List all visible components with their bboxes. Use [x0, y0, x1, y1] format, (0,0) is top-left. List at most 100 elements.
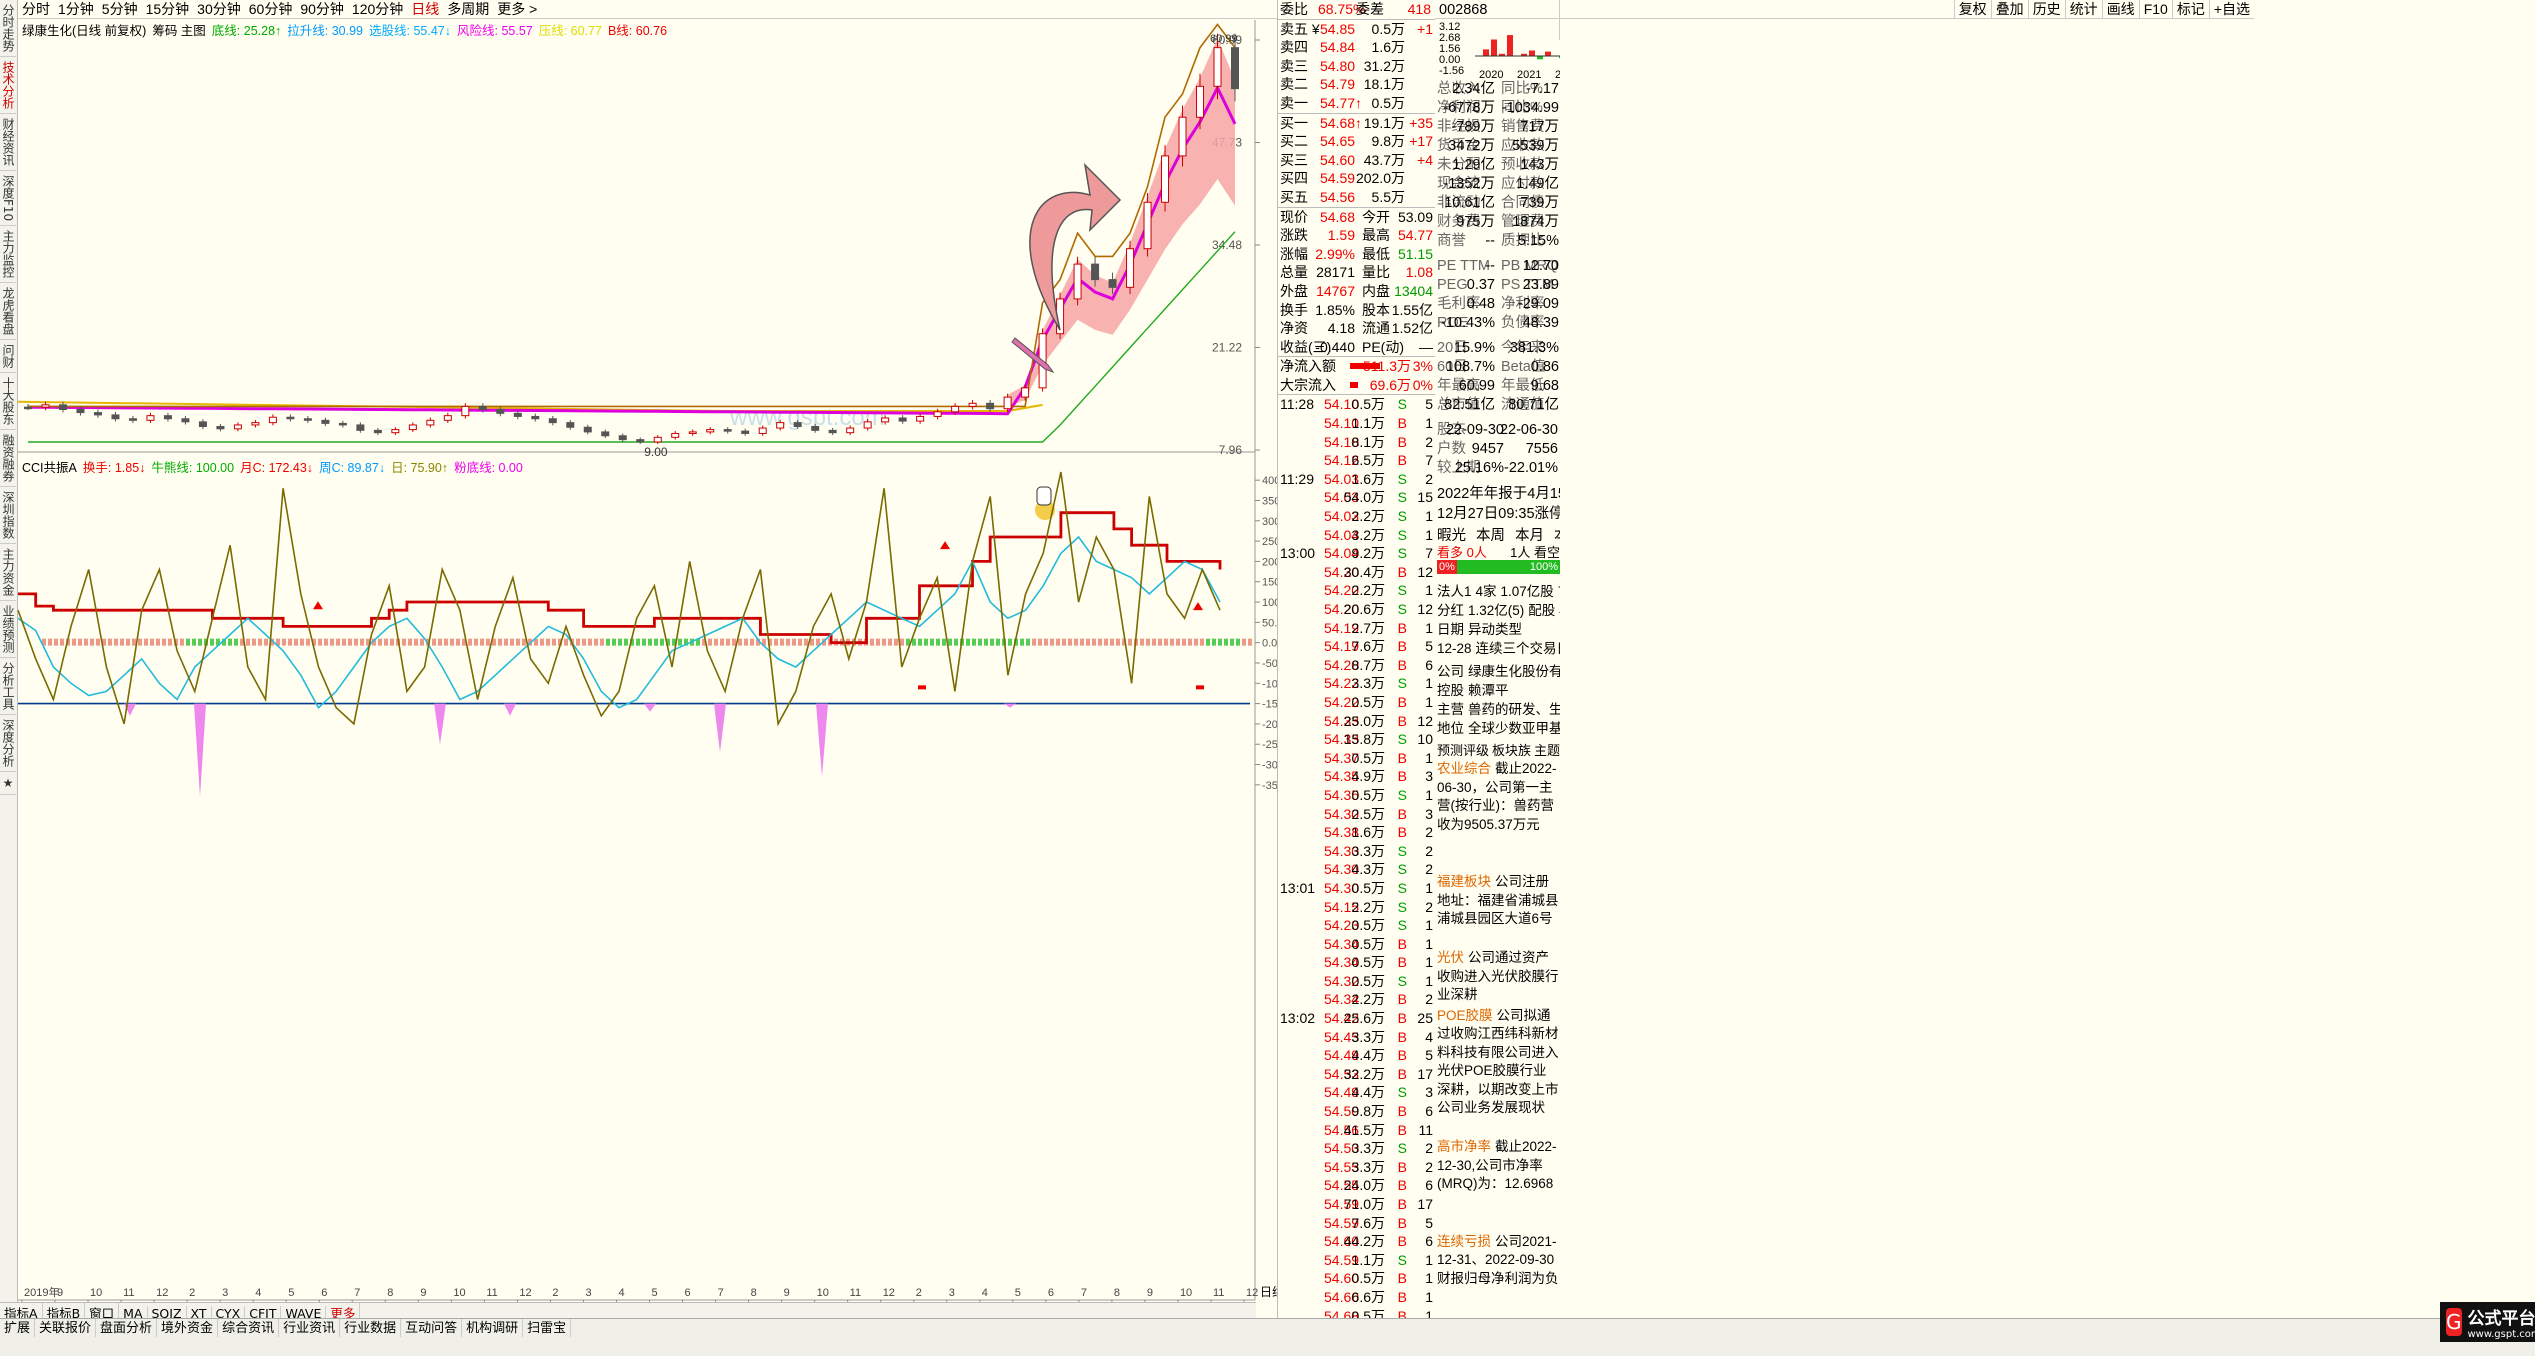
- concept-tag[interactable]: 高市净率: [1437, 1139, 1491, 1154]
- x-month-label: 8: [387, 1287, 393, 1299]
- tool-button[interactable]: +自选: [2208, 0, 2254, 19]
- status-tab[interactable]: 关联报价: [35, 1319, 97, 1337]
- f10-cell: -22.01%: [1503, 460, 1558, 476]
- status-tab[interactable]: 机构调研: [462, 1319, 524, 1337]
- order-row: 54.34 0.5万 B 1: [1278, 935, 1435, 954]
- bull-pct: 0%: [1437, 560, 1457, 574]
- cell: 3.3万: [1351, 675, 1385, 692]
- cell: 17: [1417, 1196, 1433, 1212]
- concept-tab[interactable]: 预测评级: [1437, 743, 1489, 758]
- sub-axis-label: 150.0: [1262, 577, 1277, 589]
- zero-band-mark: [912, 638, 916, 646]
- sub-axis-label: -50.00: [1262, 658, 1277, 670]
- tool-button[interactable]: 标记: [2171, 0, 2209, 19]
- zero-band-mark: [990, 638, 994, 646]
- f10-cell: PE TTM: [1437, 258, 1490, 274]
- zero-band-mark: [360, 638, 364, 646]
- candle-body: [461, 405, 470, 417]
- zero-band-mark: [378, 638, 382, 646]
- status-tab[interactable]: 行业资讯: [279, 1319, 341, 1337]
- cell: S: [1397, 972, 1407, 989]
- cell: 13:00: [1280, 545, 1316, 562]
- candle-body: [881, 417, 890, 423]
- candle-body: [1003, 396, 1012, 410]
- kline-chart[interactable]: 60.9947.7334.4821.227.96www.gspt.com9.00…: [0, 0, 1277, 1318]
- status-tab[interactable]: 互动问答: [401, 1319, 463, 1337]
- candle-body: [986, 402, 995, 410]
- cell: B: [1397, 1065, 1407, 1082]
- zero-band-mark: [1152, 638, 1156, 646]
- cell: S: [1397, 731, 1407, 748]
- zero-band-mark: [78, 638, 82, 646]
- zero-band-mark: [474, 638, 478, 646]
- order-row: 54.59 7.6万 B 5: [1278, 1214, 1435, 1233]
- concept-tab[interactable]: 主题库: [1534, 743, 1560, 758]
- concept-tag[interactable]: 光伏: [1437, 950, 1464, 965]
- concept-tag[interactable]: 福建板块: [1437, 874, 1491, 889]
- cell: 0.5万: [1351, 1270, 1385, 1287]
- f10-cell: 143万: [1520, 157, 1559, 173]
- profit-bar: [1491, 39, 1497, 56]
- cell: B: [1397, 1270, 1407, 1287]
- cell: 2: [1425, 898, 1433, 915]
- f10-cell: 12-28: [1437, 641, 1472, 656]
- candle-body: [181, 418, 190, 423]
- tool-button[interactable]: 画线: [2101, 0, 2139, 19]
- cell: S: [1397, 786, 1407, 803]
- cell: 卖一: [1280, 94, 1308, 111]
- concept-tag[interactable]: 农业综合: [1437, 761, 1491, 776]
- x-month-label: 4: [982, 1287, 988, 1299]
- zero-band-mark: [408, 638, 412, 646]
- cell: B: [1397, 1196, 1407, 1212]
- zero-band-mark: [870, 638, 874, 646]
- cell: 股本: [1362, 301, 1390, 318]
- f10-block: 较上期 25.16% -22.01%: [1435, 459, 1560, 478]
- status-tab[interactable]: 扩展: [0, 1319, 36, 1337]
- f10-cell: 5539万: [1512, 138, 1559, 154]
- status-tab[interactable]: 境外资金: [157, 1319, 219, 1337]
- tool-button[interactable]: 叠加: [1990, 0, 2028, 19]
- cell: 5: [1425, 638, 1433, 655]
- zero-band-mark: [726, 638, 730, 646]
- status-tab[interactable]: 盘面分析: [96, 1319, 158, 1337]
- status-tab[interactable]: 综合资讯: [218, 1319, 280, 1337]
- status-tab[interactable]: 行业数据: [340, 1319, 402, 1337]
- cell: S: [1397, 489, 1407, 506]
- cell: 2: [1425, 433, 1433, 450]
- cell: S: [1397, 675, 1407, 692]
- signal-marker: [313, 601, 323, 610]
- zero-band-mark: [1008, 638, 1012, 646]
- zero-band-mark: [750, 638, 754, 646]
- f10-block: 非流动 10.61亿 合同债 739万: [1435, 194, 1560, 213]
- tool-button[interactable]: 历史: [2027, 0, 2065, 19]
- profit-bar: [1483, 49, 1489, 56]
- concept-tab[interactable]: 板块族: [1492, 743, 1531, 758]
- cell: 5: [1425, 396, 1433, 413]
- tool-button[interactable]: 统计: [2064, 0, 2102, 19]
- zero-band-mark: [330, 638, 334, 646]
- concept-tag[interactable]: 连续亏损: [1437, 1234, 1491, 1249]
- zero-band-mark: [1176, 638, 1180, 646]
- cell: 1.08: [1405, 264, 1433, 281]
- zero-band-mark: [996, 638, 1000, 646]
- tool-button[interactable]: 复权: [1953, 0, 1991, 19]
- zero-band-mark: [1146, 638, 1150, 646]
- f10-block: 年最高 60.99 年最低 9.68: [1435, 377, 1560, 396]
- candle-body: [1213, 47, 1222, 87]
- concept-tag[interactable]: POE胶膜: [1437, 1008, 1493, 1023]
- limit-up-news[interactable]: 12月27日09:35涨停:POE胶膜>: [1437, 502, 1560, 523]
- x-month-label: 8: [1114, 1287, 1120, 1299]
- candle-body: [618, 435, 627, 441]
- zero-band-mark: [1140, 638, 1144, 646]
- sub-axis-label: 0.00: [1262, 638, 1277, 650]
- zero-band-mark: [540, 638, 544, 646]
- f10-block: 财务费 975万 管理费 1874万: [1435, 213, 1560, 232]
- cell: 2: [1425, 470, 1433, 487]
- zero-band-mark: [294, 638, 298, 646]
- status-tab[interactable]: 扫雷宝: [523, 1319, 572, 1337]
- cell: 25: [1417, 1010, 1433, 1027]
- report-notice[interactable]: 2022年年报于4月15日披露: [1437, 482, 1560, 503]
- zero-band-mark: [642, 638, 646, 646]
- order-row: 收益(三) -0.440 PE(动) —: [1278, 338, 1435, 357]
- tool-button[interactable]: F10: [2138, 0, 2172, 19]
